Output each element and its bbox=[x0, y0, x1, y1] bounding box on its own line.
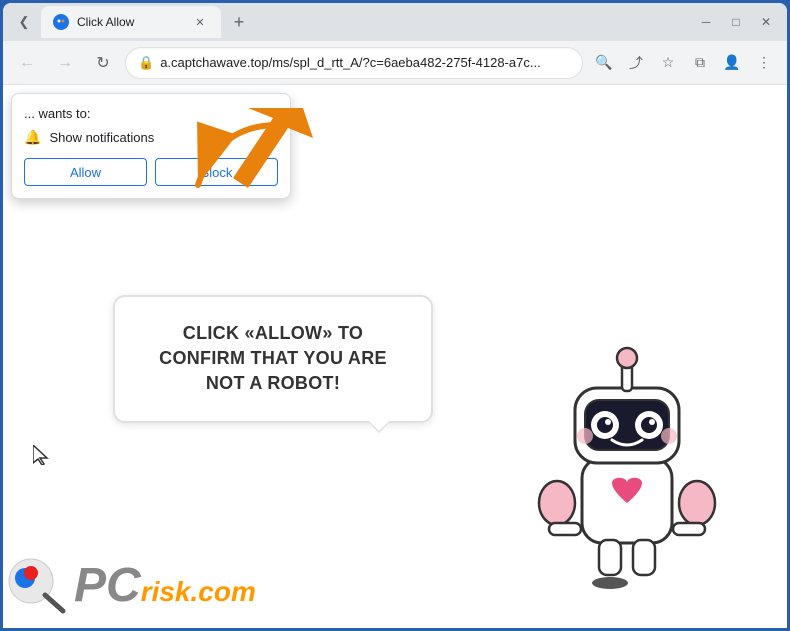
pcrisk-logo-icon bbox=[3, 553, 68, 618]
tab-favicon-icon bbox=[53, 14, 69, 30]
arrow-indicator bbox=[178, 115, 298, 220]
message-bubble: CLICK «ALLOW» TO CONFIRM THAT YOU ARE NO… bbox=[113, 295, 433, 423]
minimize-button[interactable]: ─ bbox=[693, 9, 719, 35]
lock-icon: 🔒 bbox=[138, 55, 154, 71]
mouse-cursor bbox=[33, 445, 49, 471]
pcrisk-logo-area: PC risk.com bbox=[3, 553, 256, 618]
tab-area: ❮ Click Allow ✕ + bbox=[11, 6, 689, 38]
window-close-button[interactable]: ✕ bbox=[753, 9, 779, 35]
browser-window: ❮ Click Allow ✕ + ─ □ ✕ ← → ↻ 🔒 a.captch… bbox=[3, 3, 787, 628]
maximize-button[interactable]: □ bbox=[723, 9, 749, 35]
menu-icon[interactable]: ⋮ bbox=[749, 48, 779, 78]
main-message: CLICK «ALLOW» TO CONFIRM THAT YOU ARE NO… bbox=[147, 321, 399, 397]
robot-character bbox=[527, 328, 727, 608]
tab-close-icon[interactable]: ✕ bbox=[191, 13, 209, 31]
pcrisk-text-container: PC risk.com bbox=[74, 562, 256, 610]
permission-label: Show notifications bbox=[49, 130, 154, 145]
tab-chevron-icon[interactable]: ❮ bbox=[11, 9, 37, 35]
window-controls: ─ □ ✕ bbox=[693, 9, 779, 35]
search-icon[interactable]: 🔍 bbox=[589, 48, 619, 78]
pcrisk-pc-text: PC bbox=[74, 562, 141, 610]
arrow-icon bbox=[178, 115, 298, 215]
back-button[interactable]: ← bbox=[11, 47, 43, 79]
split-view-icon[interactable]: ⧉ bbox=[685, 48, 715, 78]
robot-svg bbox=[527, 328, 727, 608]
tab-title: Click Allow bbox=[77, 15, 183, 29]
nav-icons: 🔍 ⤴ ☆ ⧉ 👤 ⋮ bbox=[589, 48, 779, 78]
pcrisk-suffix-text: risk.com bbox=[141, 578, 256, 606]
page-content: × ... wants to: 🔔 Show notifications All… bbox=[3, 85, 787, 628]
forward-button[interactable]: → bbox=[49, 47, 81, 79]
url-text: a.captchawave.top/ms/spl_d_rtt_A/?c=6aeb… bbox=[160, 55, 570, 70]
title-bar: ❮ Click Allow ✕ + ─ □ ✕ bbox=[3, 3, 787, 41]
share-icon[interactable]: ⤴ bbox=[621, 48, 651, 78]
new-tab-button[interactable]: + bbox=[225, 8, 253, 36]
refresh-button[interactable]: ↻ bbox=[87, 47, 119, 79]
bell-icon: 🔔 bbox=[24, 129, 41, 146]
navigation-bar: ← → ↻ 🔒 a.captchawave.top/ms/spl_d_rtt_A… bbox=[3, 41, 787, 85]
profile-icon[interactable]: 👤 bbox=[717, 48, 747, 78]
allow-button[interactable]: Allow bbox=[24, 158, 147, 186]
address-bar[interactable]: 🔒 a.captchawave.top/ms/spl_d_rtt_A/?c=6a… bbox=[125, 47, 583, 79]
bookmark-icon[interactable]: ☆ bbox=[653, 48, 683, 78]
cursor-icon bbox=[33, 445, 49, 465]
active-tab[interactable]: Click Allow ✕ bbox=[41, 6, 221, 38]
